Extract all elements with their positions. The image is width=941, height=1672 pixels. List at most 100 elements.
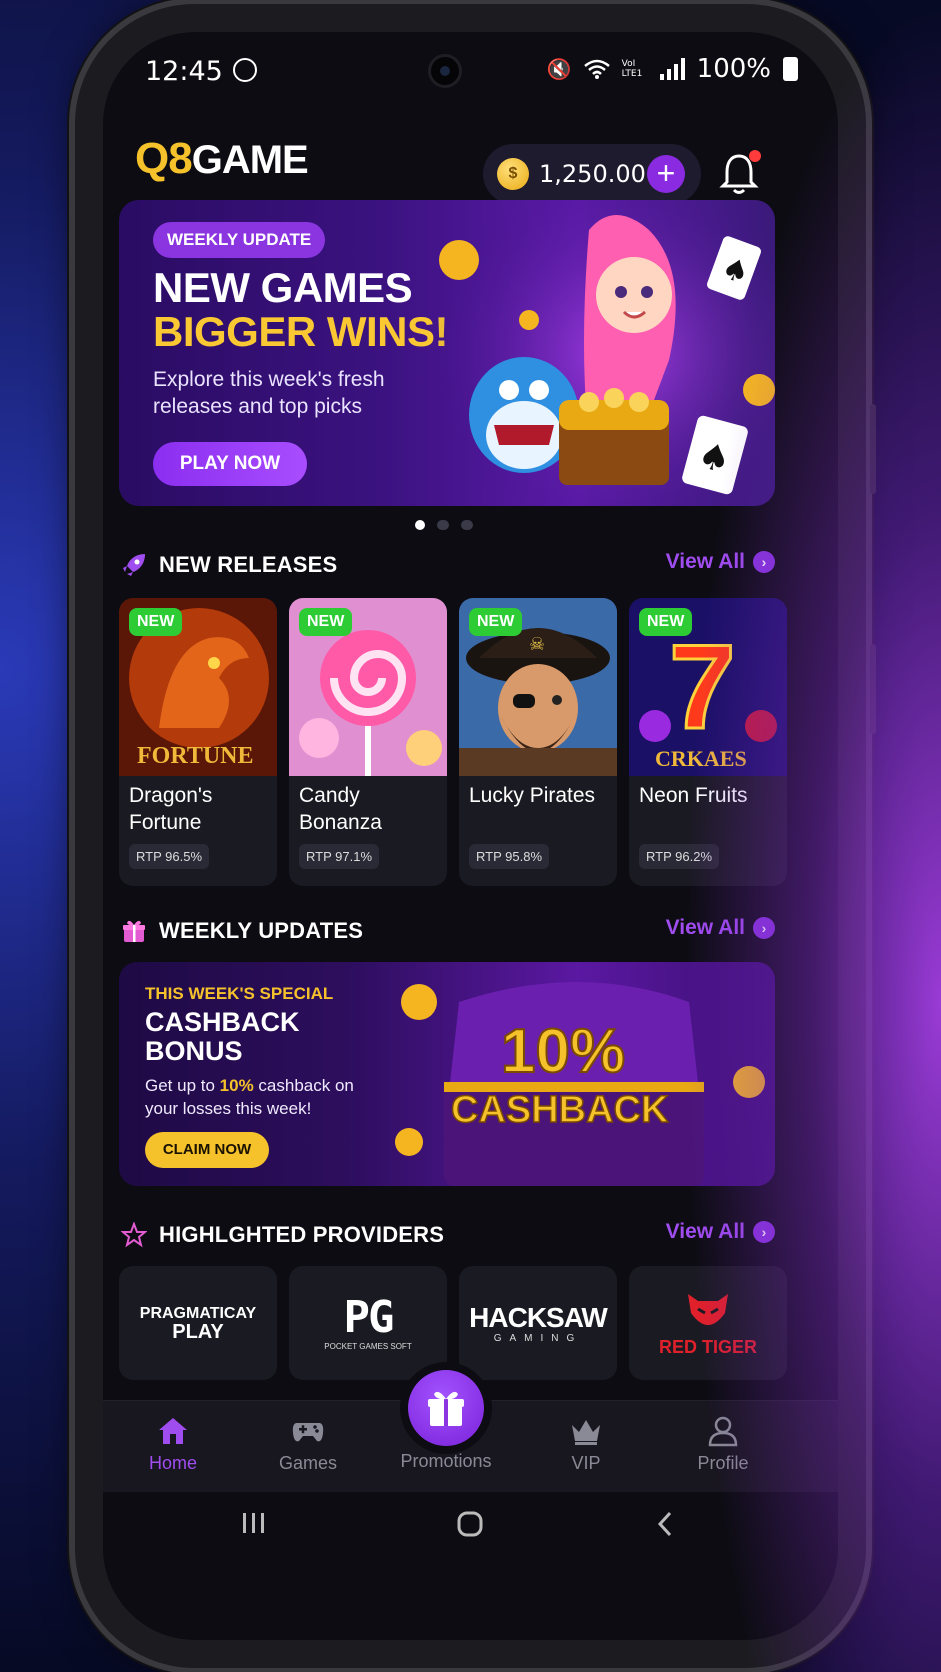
new-badge: NEW: [469, 608, 523, 636]
nav-profile[interactable]: Profile: [663, 1415, 783, 1474]
battery-icon: [783, 57, 798, 81]
logo-game: GAME: [191, 138, 309, 182]
lte-label: VoI LTE1: [621, 59, 643, 79]
arrow-right-icon: ›: [753, 917, 775, 939]
nav-label: Games: [278, 1453, 338, 1473]
gift-icon: [123, 920, 145, 942]
svg-text:CASHBACK: CASHBACK: [451, 1089, 669, 1131]
rtp-badge: RTP 95.8%: [469, 844, 550, 869]
carousel-dot[interactable]: [437, 520, 449, 530]
rocket-icon: [123, 554, 145, 576]
arrow-right-icon: ›: [753, 1221, 775, 1243]
view-all-label: View All: [665, 1220, 745, 1243]
svg-text:CRKAES: CRKAES: [655, 746, 747, 771]
view-all-weekly-updates[interactable]: View All ›: [666, 916, 775, 940]
crown-icon: [572, 1420, 600, 1445]
view-all-label: View All: [665, 550, 745, 573]
hero-badge: WEEKLY UPDATE: [153, 222, 326, 258]
nav-home[interactable]: Home: [113, 1415, 233, 1474]
svg-text:☠: ☠: [529, 634, 545, 655]
hero-title-line2: BIGGER WINS!: [153, 308, 449, 355]
carousel-dots[interactable]: [415, 520, 473, 530]
nav-label: Profile: [697, 1453, 749, 1473]
logo-q8: Q8: [135, 134, 193, 183]
power-button: [870, 644, 876, 734]
user-icon: [708, 1416, 738, 1447]
provider-hacksaw[interactable]: HACKSAW GAMING: [459, 1266, 617, 1380]
gamepad-icon: [292, 1423, 324, 1442]
arrow-right-icon: ›: [753, 551, 775, 573]
provider-name-line2: PLAY: [172, 1321, 224, 1343]
game-title: Dragon's Fortune: [129, 784, 213, 834]
hero-subtitle: Explore this week's fresh releases and t…: [153, 368, 385, 418]
status-bar: 12:45 🔇 VoI LTE1 100%: [103, 32, 838, 102]
game-title: Candy Bonanza: [299, 784, 382, 834]
section-title: HIGHLGHTED PROVIDERS: [159, 1222, 445, 1247]
cashback-promo-card[interactable]: 10% CASHBACK THIS WEEK'S SPECIAL CASHBAC…: [119, 962, 775, 1186]
notification-dot: [749, 150, 761, 162]
nav-vip[interactable]: VIP: [526, 1415, 646, 1474]
phone-frame: 12:45 🔇 VoI LTE1 100% Q8GAME $ 1,250.00 …: [75, 4, 876, 1668]
carousel-dot[interactable]: [415, 520, 425, 530]
promo-kicker: THIS WEEK'S SPECIAL: [145, 984, 334, 1003]
provider-logo-pg: PG: [343, 1291, 395, 1343]
app-logo[interactable]: Q8GAME: [135, 134, 309, 184]
back-icon[interactable]: [655, 1510, 675, 1538]
new-releases-header: NEW RELEASES View All ›: [119, 546, 775, 586]
status-icons: 🔇 VoI LTE1 100%: [547, 54, 798, 84]
providers-header: HIGHLGHTED PROVIDERS View All ›: [119, 1216, 775, 1256]
deposit-plus-button[interactable]: +: [647, 155, 685, 193]
nav-games[interactable]: Games: [248, 1415, 368, 1474]
mute-icon: 🔇: [546, 57, 572, 81]
home-icon: [159, 1418, 187, 1444]
nav-label: Home: [148, 1453, 197, 1473]
promotions-fab-button[interactable]: [408, 1370, 484, 1446]
hero-banner[interactable]: WEEKLY UPDATE NEW GAMES BIGGER WINS! Exp…: [119, 200, 775, 506]
claim-now-button[interactable]: CLAIM NOW: [145, 1132, 269, 1168]
weekly-updates-header: WEEKLY UPDATES View All ›: [119, 912, 775, 952]
carousel-dot[interactable]: [461, 520, 473, 530]
provider-pg-soft[interactable]: PG POCKET GAMES SOFT: [289, 1266, 447, 1380]
star-icon: [121, 1222, 147, 1248]
view-all-providers[interactable]: View All ›: [666, 1220, 775, 1244]
front-camera: [428, 54, 462, 88]
system-nav-bar: [103, 1492, 838, 1564]
svg-text:10%: 10%: [501, 1017, 625, 1086]
game-card-lucky-pirates[interactable]: ☠ NEW Lucky Pirates RTP 95.8%: [459, 598, 617, 886]
play-now-button[interactable]: PLAY NOW: [153, 442, 307, 486]
provider-pragmatic-play[interactable]: PRAGMATICAY PLAY: [119, 1266, 277, 1380]
provider-name: HACKSAW: [469, 1301, 608, 1333]
game-card-neon-fruits[interactable]: 7 CRKAES NEW Neon Fruits RTP 96.2%: [629, 598, 787, 886]
providers-list: PRAGMATICAY PLAY PG POCKET GAMES SOFT HA…: [119, 1266, 838, 1382]
view-all-new-releases[interactable]: View All ›: [666, 550, 775, 574]
whatsapp-icon: [233, 58, 257, 82]
wifi-icon: [583, 59, 610, 79]
game-title: Neon Fruits: [639, 784, 748, 807]
promo-description: Get up to 10% cashback on your losses th…: [145, 1074, 385, 1120]
hero-illustration: ♠ ♠: [439, 200, 775, 506]
svg-text:7: 7: [669, 620, 736, 754]
new-badge: NEW: [299, 608, 353, 636]
nav-label: Promotions: [400, 1451, 492, 1471]
battery-percent: 100%: [696, 54, 771, 84]
hero-title-line1: NEW GAMES: [153, 264, 413, 311]
game-card-candy-bonanza[interactable]: NEW Candy Bonanza RTP 97.1%: [289, 598, 447, 886]
recents-icon[interactable]: [239, 1510, 269, 1536]
app-screen: 12:45 🔇 VoI LTE1 100% Q8GAME $ 1,250.00 …: [103, 32, 838, 1640]
nav-label: VIP: [571, 1453, 601, 1473]
provider-red-tiger[interactable]: RED TIGER: [629, 1266, 787, 1380]
provider-name: POCKET GAMES SOFT: [324, 1341, 412, 1351]
provider-name: RED TIGER: [658, 1336, 757, 1357]
notifications-bell-icon[interactable]: [719, 150, 761, 196]
home-circle-icon[interactable]: [456, 1510, 484, 1538]
promo-desc-pre: Get up to: [145, 1076, 220, 1095]
volume-button: [870, 404, 876, 494]
nav-promotions[interactable]: Promotions: [386, 1451, 506, 1472]
new-releases-list: FORTUNE NEW Dragon's Fortune RTP 96.5% N…: [119, 598, 838, 888]
clock: 12:45: [145, 56, 223, 87]
game-card-dragons-fortune[interactable]: FORTUNE NEW Dragon's Fortune RTP 96.5%: [119, 598, 277, 886]
wallet-balance[interactable]: $ 1,250.00 +: [483, 144, 701, 204]
section-title: NEW RELEASES: [159, 552, 338, 577]
app-header: Q8GAME $ 1,250.00 +: [103, 112, 838, 204]
promo-headline: CASHBACK BONUS: [145, 1007, 300, 1066]
